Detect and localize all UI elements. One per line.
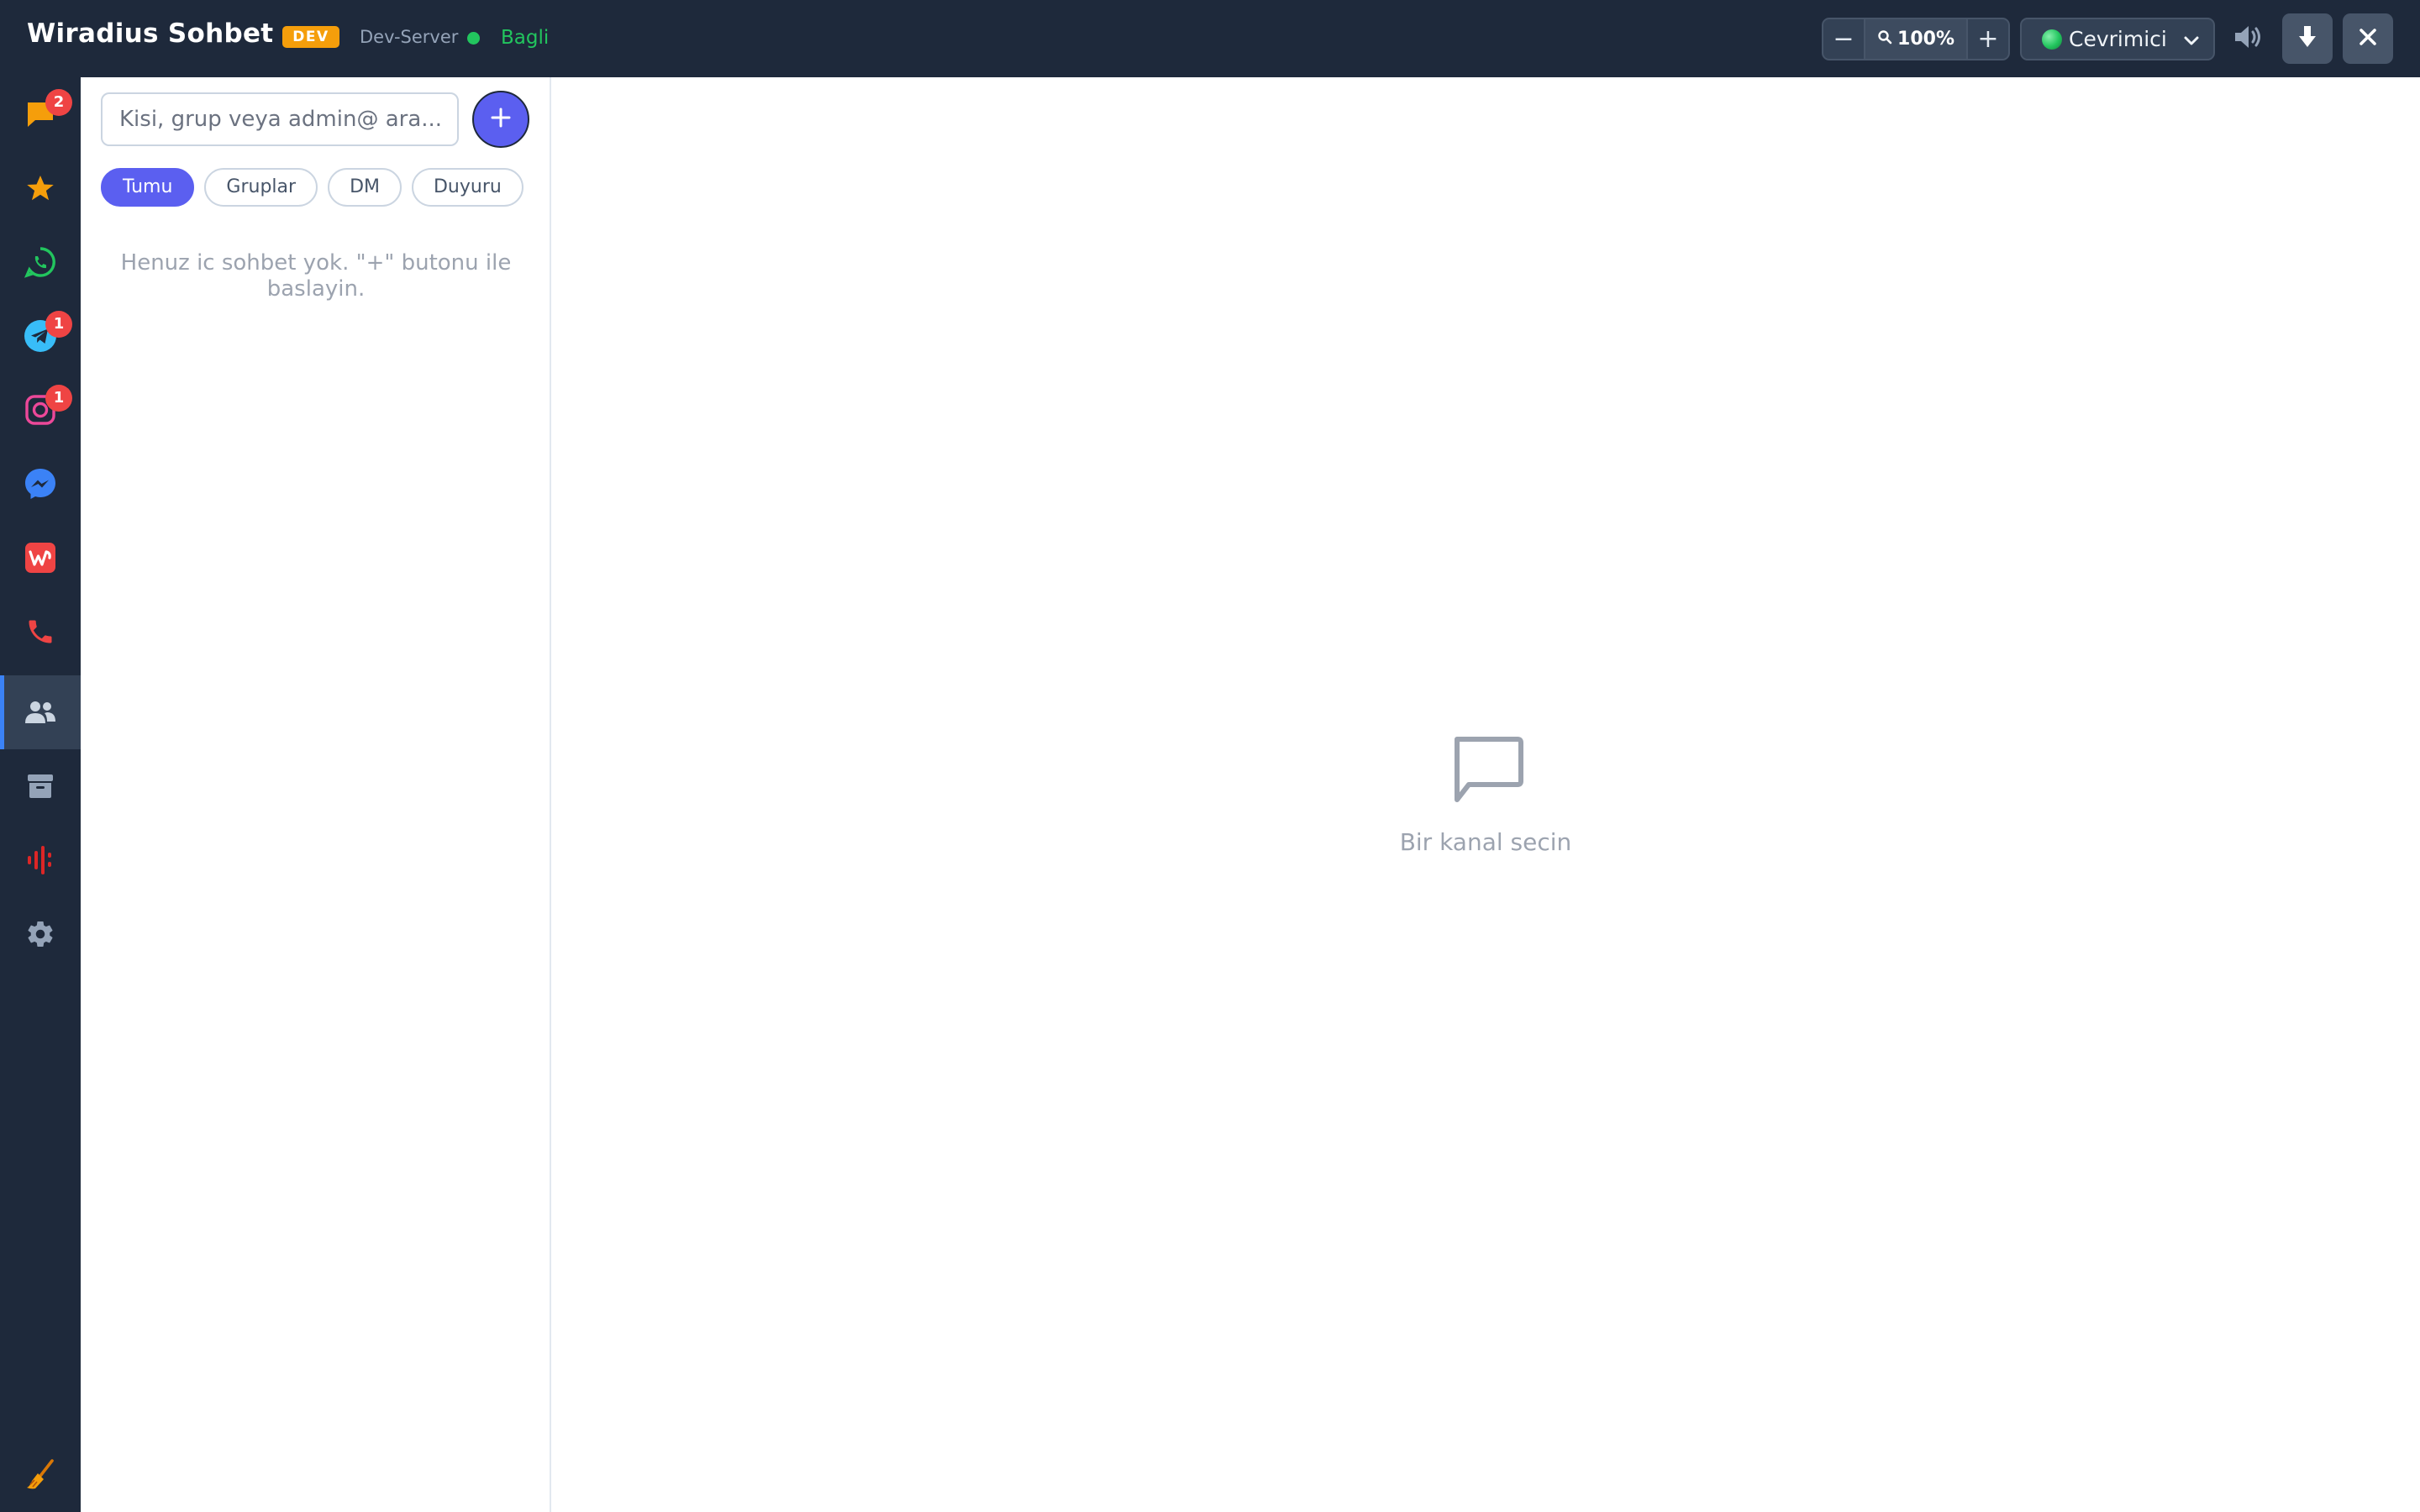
presence-online-icon xyxy=(2042,29,2062,50)
messenger-icon xyxy=(24,467,57,501)
plus-icon xyxy=(488,105,513,134)
sidebar-item-whatsapp[interactable] xyxy=(0,225,81,299)
sidebar-item-cleanup[interactable] xyxy=(0,1438,81,1512)
sound-toggle-button[interactable] xyxy=(2230,20,2267,57)
whatsapp-icon xyxy=(24,246,56,278)
filter-tab-groups[interactable]: Gruplar xyxy=(204,168,318,207)
search-input[interactable] xyxy=(101,92,459,146)
empty-chats-message: Henuz ic sohbet yok. "+" butonu ile basl… xyxy=(120,250,512,302)
filter-tabs: Tumu Gruplar DM Duyuru xyxy=(101,168,523,207)
connection-status-dot xyxy=(467,32,480,45)
new-chat-button[interactable] xyxy=(472,91,529,148)
chat-bubble-outline-icon xyxy=(1449,732,1526,806)
gear-icon xyxy=(25,919,55,949)
zoom-out-button[interactable]: − xyxy=(1823,19,1865,59)
close-icon xyxy=(2358,27,2378,50)
sidebar-item-contacts[interactable] xyxy=(0,675,81,749)
unread-badge: 2 xyxy=(45,89,72,116)
app-window: Wiradius Sohbet DEV Dev-Server Bagli − 1… xyxy=(0,0,2420,1512)
sidebar-item-calls[interactable] xyxy=(0,595,81,669)
empty-state-text: Bir kanal secin xyxy=(1399,828,1572,856)
chevron-down-icon xyxy=(2181,30,2202,55)
speaker-icon xyxy=(2233,23,2265,55)
people-icon xyxy=(24,700,57,725)
sidebar-item-instagram[interactable]: 1 xyxy=(0,373,81,447)
unread-badge: 1 xyxy=(45,311,72,338)
filter-tab-announcements[interactable]: Duyuru xyxy=(411,168,523,207)
filter-tab-dm[interactable]: DM xyxy=(328,168,402,207)
unread-badge: 1 xyxy=(45,385,72,412)
zoom-control: − 100% + xyxy=(1822,18,2010,60)
sidebar-item-brand-w[interactable] xyxy=(0,521,81,595)
presence-value: Cevrimici xyxy=(2069,27,2167,51)
broom-icon xyxy=(24,1458,57,1492)
sidebar-item-chat[interactable]: 2 xyxy=(0,77,81,151)
connection-status: Bagli xyxy=(501,27,550,49)
filter-tab-all[interactable]: Tumu xyxy=(101,168,195,207)
w-logo-icon xyxy=(24,542,56,574)
sidebar-rail: 2 1 1 xyxy=(0,77,81,1512)
sidebar-item-telegram[interactable]: 1 xyxy=(0,299,81,373)
magnifier-icon xyxy=(1877,29,1892,50)
app-title: Wiradius Sohbet xyxy=(27,18,274,49)
star-icon xyxy=(25,173,55,203)
archive-icon xyxy=(26,772,55,801)
zoom-in-button[interactable]: + xyxy=(1966,19,2008,59)
chat-list-panel: Tumu Gruplar DM Duyuru Henuz ic sohbet y… xyxy=(81,77,551,1512)
sidebar-item-archive[interactable] xyxy=(0,749,81,823)
close-button[interactable] xyxy=(2343,13,2393,64)
server-name: Dev-Server xyxy=(360,27,459,47)
top-bar: Wiradius Sohbet DEV Dev-Server Bagli − 1… xyxy=(0,0,2420,77)
conversation-area: Bir kanal secin xyxy=(551,77,2420,1512)
download-icon xyxy=(2298,24,2317,53)
sidebar-item-voice[interactable] xyxy=(0,823,81,897)
phone-icon xyxy=(25,617,55,647)
zoom-level-value: 100% xyxy=(1897,29,1954,50)
sidebar-item-messenger[interactable] xyxy=(0,447,81,521)
sidebar-item-settings[interactable] xyxy=(0,897,81,971)
env-badge: DEV xyxy=(282,26,339,48)
sidebar-item-favorites[interactable] xyxy=(0,151,81,225)
voice-wave-icon xyxy=(24,843,56,877)
presence-select[interactable]: Cevrimici xyxy=(2020,18,2215,60)
download-button[interactable] xyxy=(2282,13,2333,64)
zoom-reset-button[interactable]: 100% xyxy=(1865,19,1966,59)
